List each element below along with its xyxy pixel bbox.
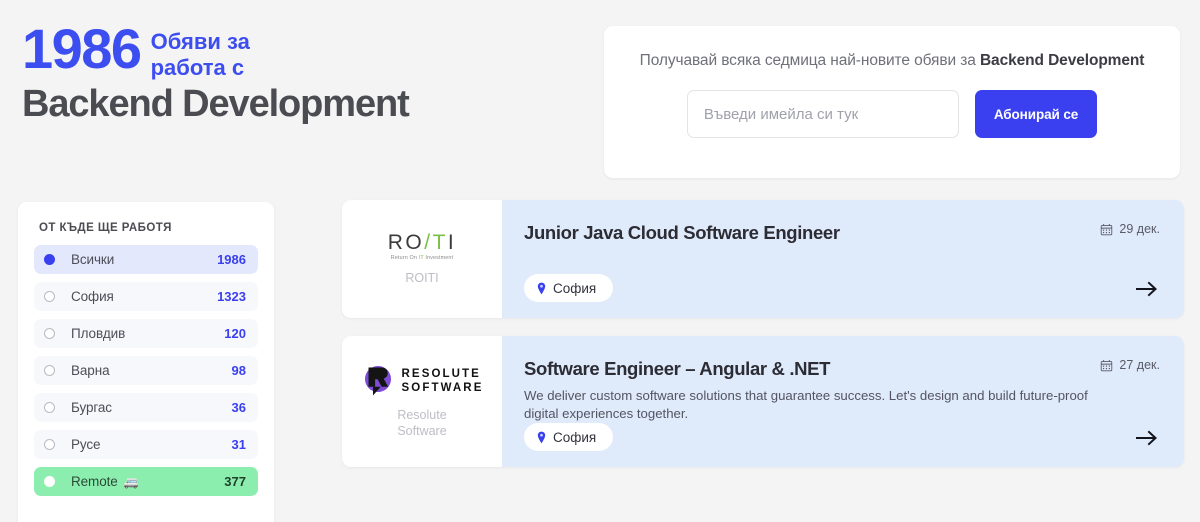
resolute-wordmark-text: RESOLUTE SOFTWARE: [402, 367, 484, 395]
filter-row-label: Русе: [71, 437, 232, 452]
job-title[interactable]: Junior Java Cloud Software Engineer: [524, 222, 1162, 244]
filter-row-label: София: [71, 289, 217, 304]
resolute-logo-icon: [364, 366, 391, 396]
filter-row-count: 377: [224, 474, 246, 489]
job-details: 27 дек. Software Engineer – Angular & .NE…: [502, 336, 1184, 467]
filter-row-label-text: Remote: [71, 474, 118, 489]
filter-row-location[interactable]: Варна 98: [34, 356, 258, 385]
job-footer: София: [524, 423, 1162, 452]
filter-row-label-text: Всички: [71, 252, 115, 267]
filter-row-label: Бургас: [71, 400, 232, 415]
resolute-line2: SOFTWARE: [401, 382, 484, 395]
job-posted-date-text: 29 дек.: [1119, 222, 1160, 236]
company-logo: RESOLUTE SOFTWARE Resolute Software: [342, 336, 502, 468]
hero-heading: 1986 Обяви за работа с Backend Developme…: [22, 17, 582, 126]
resolute-wordmark: RESOLUTE SOFTWARE: [361, 364, 484, 398]
hero-subtitle: Обяви за работа с: [151, 22, 250, 80]
filter-row-remote[interactable]: Remote 🚐 377: [34, 467, 258, 496]
filter-row-count: 1323: [217, 289, 246, 304]
job-list: RO/TI Return On IT Investment ROITI 29 дек.…: [342, 200, 1184, 485]
job-footer: София: [524, 274, 1162, 302]
roiti-wordmark: RO/TI Return On IT Investment: [388, 232, 457, 261]
subscribe-headline-category: Backend Development: [979, 52, 1145, 69]
radio-icon[interactable]: [44, 291, 55, 302]
filter-row-count: 98: [231, 363, 246, 378]
location-filter-panel: ОТ КЪДЕ ЩЕ РАБОТЯ Всички 1986 София 1323 Пло…: [18, 202, 274, 522]
filter-row-label: Remote 🚐: [71, 474, 224, 489]
filter-row-label-text: Пловдив: [71, 326, 126, 341]
filter-row-label-text: Русе: [71, 437, 101, 452]
radio-icon[interactable]: [44, 254, 55, 265]
job-card[interactable]: RO/TI Return On IT Investment ROITI 29 дек.…: [342, 200, 1184, 318]
roiti-tagline: Return On IT Investment: [388, 255, 457, 261]
hero-subtitle-line2: работа с: [150, 54, 245, 80]
job-title[interactable]: Software Engineer – Angular & .NET: [524, 358, 1162, 380]
arrow-right-icon[interactable]: [1134, 280, 1160, 298]
job-description: We deliver custom software solutions tha…: [524, 388, 1088, 422]
roiti-mark-text: RO/TI: [388, 232, 457, 253]
calendar-icon: [1101, 223, 1113, 235]
job-card[interactable]: RESOLUTE SOFTWARE Resolute Software 27 дек.…: [342, 336, 1184, 468]
subscribe-headline: Получавай всяка седмица най-новите обяви…: [640, 52, 1145, 70]
job-posted-date-text: 27 дек.: [1119, 358, 1160, 372]
filter-row-count: 1986: [217, 252, 246, 267]
map-pin-icon: [537, 431, 546, 444]
subscribe-button[interactable]: Абонирай се: [974, 90, 1098, 138]
subscribe-form: Абонирай се: [686, 90, 1098, 138]
roiti-mark-part1: RO: [387, 231, 425, 254]
company-logo: RO/TI Return On IT Investment ROITI: [342, 200, 502, 318]
filter-row-location[interactable]: Русе 31: [34, 430, 258, 459]
map-pin-icon: [537, 282, 546, 294]
radio-icon[interactable]: [44, 328, 55, 339]
filter-row-count: 120: [224, 326, 246, 341]
job-details: 29 дек. Junior Java Cloud Software Engine…: [502, 200, 1184, 318]
filter-row-location[interactable]: Всички 1986: [34, 245, 258, 274]
filter-row-count: 36: [231, 400, 246, 415]
radio-icon[interactable]: [44, 402, 55, 413]
arrow-right-icon[interactable]: [1134, 429, 1160, 447]
roiti-tagline-part1: Return On: [390, 255, 419, 261]
filter-row-label-text: Бургас: [71, 400, 112, 415]
subscribe-panel: Получавай всяка седмица най-новите обяви…: [604, 26, 1180, 178]
filter-row-label: Пловдив: [71, 326, 224, 341]
filter-list: Всички 1986 София 1323 Пловдив 120 Варна 98 Бург…: [34, 245, 258, 496]
job-location-text: София: [553, 280, 597, 296]
job-posted-date: 29 дек.: [1100, 222, 1160, 236]
calendar-icon: [1101, 359, 1113, 371]
company-name: ROITI: [405, 271, 439, 285]
email-input[interactable]: [686, 90, 959, 138]
roiti-mark-accent: /T: [424, 231, 448, 254]
filter-heading: ОТ КЪДЕ ЩЕ РАБОТЯ: [39, 222, 172, 234]
job-posted-date: 27 дек.: [1100, 358, 1160, 372]
radio-icon[interactable]: [44, 476, 55, 487]
job-location-pill[interactable]: София: [524, 274, 614, 302]
roiti-tagline-part2: Investment: [423, 255, 454, 261]
roiti-mark-part2: I: [447, 231, 457, 254]
subscribe-headline-prefix: Получавай всяка седмица най-новите обяви…: [639, 52, 980, 69]
filter-row-count: 31: [231, 437, 246, 452]
company-name: Resolute Software: [397, 408, 447, 439]
job-location-pill[interactable]: София: [524, 423, 614, 452]
radio-icon[interactable]: [44, 439, 55, 450]
radio-icon[interactable]: [44, 365, 55, 376]
page-root: 1986 Обяви за работа с Backend Developme…: [0, 0, 1200, 522]
hero-top-line: 1986 Обяви за работа с: [22, 17, 582, 80]
page-title: Backend Development: [22, 83, 410, 126]
camper-van-icon: 🚐: [123, 474, 139, 489]
filter-row-label: Варна: [71, 363, 232, 378]
filter-row-label-text: София: [71, 289, 114, 304]
filter-row-location[interactable]: София 1323: [34, 282, 258, 311]
filter-row-location[interactable]: Пловдив 120: [34, 319, 258, 348]
filter-row-label-text: Варна: [71, 363, 110, 378]
hero-subtitle-line1: Обяви за: [150, 29, 250, 54]
filter-row-label: Всички: [71, 252, 217, 267]
filter-row-location[interactable]: Бургас 36: [34, 393, 258, 422]
job-location-text: София: [553, 429, 597, 445]
job-count: 1986: [22, 17, 142, 80]
resolute-line1: RESOLUTE: [401, 368, 481, 381]
